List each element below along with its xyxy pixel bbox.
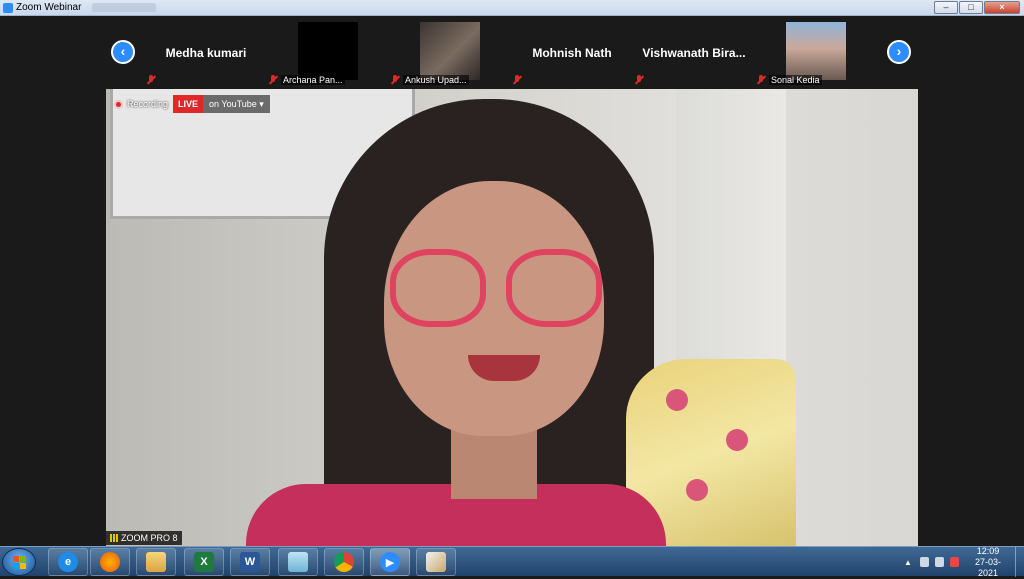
taskbar-internet-explorer[interactable]: e (48, 548, 88, 576)
window-titlebar: Zoom Webinar – □ × (0, 0, 1024, 16)
start-button[interactable] (2, 548, 36, 576)
participant-filmstrip: ‹ Medha kumari Archana Pan... Ankush Upa… (0, 16, 1024, 88)
participant-video (786, 22, 846, 80)
participant-name: Mohnish Nath (532, 46, 612, 60)
participant-footer (512, 74, 522, 86)
windows-taskbar: e X W ▶ ▲ 12:09 27-03-2021 (0, 546, 1024, 579)
taskbar-zoom[interactable]: ▶ (370, 548, 410, 576)
zoom-icon: ▶ (380, 552, 400, 572)
maximize-button[interactable]: □ (959, 1, 983, 14)
volume-icon[interactable] (919, 557, 930, 567)
paint-icon (426, 552, 446, 572)
taskbar-clock[interactable]: 12:09 27-03-2021 (965, 546, 1011, 579)
system-tray: ▲ 12:09 27-03-2021 (874, 546, 1024, 579)
mic-muted-icon (268, 75, 278, 85)
scarf-flower (686, 479, 708, 501)
participant-tile[interactable]: Medha kumari (146, 20, 266, 88)
taskbar-notepad[interactable] (278, 548, 318, 576)
participant-tile[interactable]: Archana Pan... (268, 20, 388, 88)
mic-muted-icon (634, 75, 644, 85)
participant-footer: Archana Pan... (268, 74, 345, 86)
window-title: Zoom Webinar (16, 2, 82, 13)
chrome-icon (334, 552, 354, 572)
previous-page-button[interactable]: ‹ (111, 40, 135, 64)
participant-video (420, 22, 480, 80)
glasses-left-lens (390, 249, 486, 327)
participant-tile[interactable]: Sonal Kedia (756, 20, 876, 88)
taskbar-file-explorer[interactable] (136, 548, 176, 576)
live-badge: LIVE (173, 95, 204, 113)
close-button[interactable]: × (984, 1, 1020, 14)
participant-name: Medha kumari (165, 46, 247, 60)
participant-footer (634, 74, 644, 86)
scarf-flower (666, 389, 688, 411)
taskbar-word[interactable]: W (230, 548, 270, 576)
taskbar-excel[interactable]: X (184, 548, 224, 576)
scarf-flower (726, 429, 748, 451)
participant-name: Archana Pan... (281, 75, 345, 85)
participant-tile[interactable]: Ankush Upad... (390, 20, 510, 88)
zoom-app-icon (3, 3, 13, 13)
clock-time: 12:09 (976, 545, 1000, 556)
mic-muted-icon (146, 75, 156, 85)
recording-icon (114, 99, 123, 109)
taskbar-firefox[interactable] (90, 548, 130, 576)
participant-name: Sonal Kedia (769, 75, 822, 85)
recording-status-bar: Recording LIVE on YouTube ▾ (114, 94, 270, 114)
youtube-stream-label: on YouTube (209, 99, 257, 109)
participant-footer (146, 74, 156, 86)
network-icon[interactable] (935, 557, 945, 567)
excel-icon: X (194, 552, 214, 572)
participant-footer: Ankush Upad... (390, 74, 469, 86)
chevron-down-icon: ▾ (259, 99, 264, 109)
participant-tile[interactable]: Vishwanath Bira... (634, 20, 754, 88)
show-desktop-button[interactable] (1014, 547, 1024, 577)
glasses-right-lens (506, 249, 602, 327)
speaker-name: ZOOM PRO 8 (121, 533, 178, 543)
notepad-icon (288, 552, 308, 572)
participant-name: Vishwanath Bira... (642, 46, 746, 60)
window-controls: – □ × (934, 1, 1020, 14)
taskbar-paint[interactable] (416, 548, 456, 576)
folder-icon (146, 552, 166, 572)
word-icon: W (240, 552, 260, 572)
faded-title-segment (92, 3, 156, 12)
youtube-stream-button[interactable]: on YouTube ▾ (203, 95, 270, 113)
participant-footer: Sonal Kedia (756, 74, 822, 86)
participant-name: Ankush Upad... (403, 75, 469, 85)
active-speaker-video: Recording LIVE on YouTube ▾ (106, 89, 918, 546)
recording-label: Recording (127, 99, 169, 109)
participant-tile[interactable]: Mohnish Nath (512, 20, 632, 88)
minimize-button[interactable]: – (934, 1, 958, 14)
firefox-icon (100, 552, 120, 572)
clock-date: 27-03-2021 (975, 556, 1002, 578)
speaker-name-tag: ZOOM PRO 8 (106, 531, 182, 545)
action-center-icon[interactable] (950, 557, 960, 567)
mic-muted-icon (756, 75, 766, 85)
chevron-up-icon[interactable]: ▲ (904, 558, 912, 567)
mic-muted-icon (390, 75, 400, 85)
taskbar-chrome[interactable] (324, 548, 364, 576)
participant-video-off (298, 22, 358, 80)
next-page-button[interactable]: › (887, 40, 911, 64)
mic-muted-icon (512, 75, 522, 85)
internet-explorer-icon: e (58, 552, 78, 572)
signal-strength-icon (110, 534, 118, 542)
